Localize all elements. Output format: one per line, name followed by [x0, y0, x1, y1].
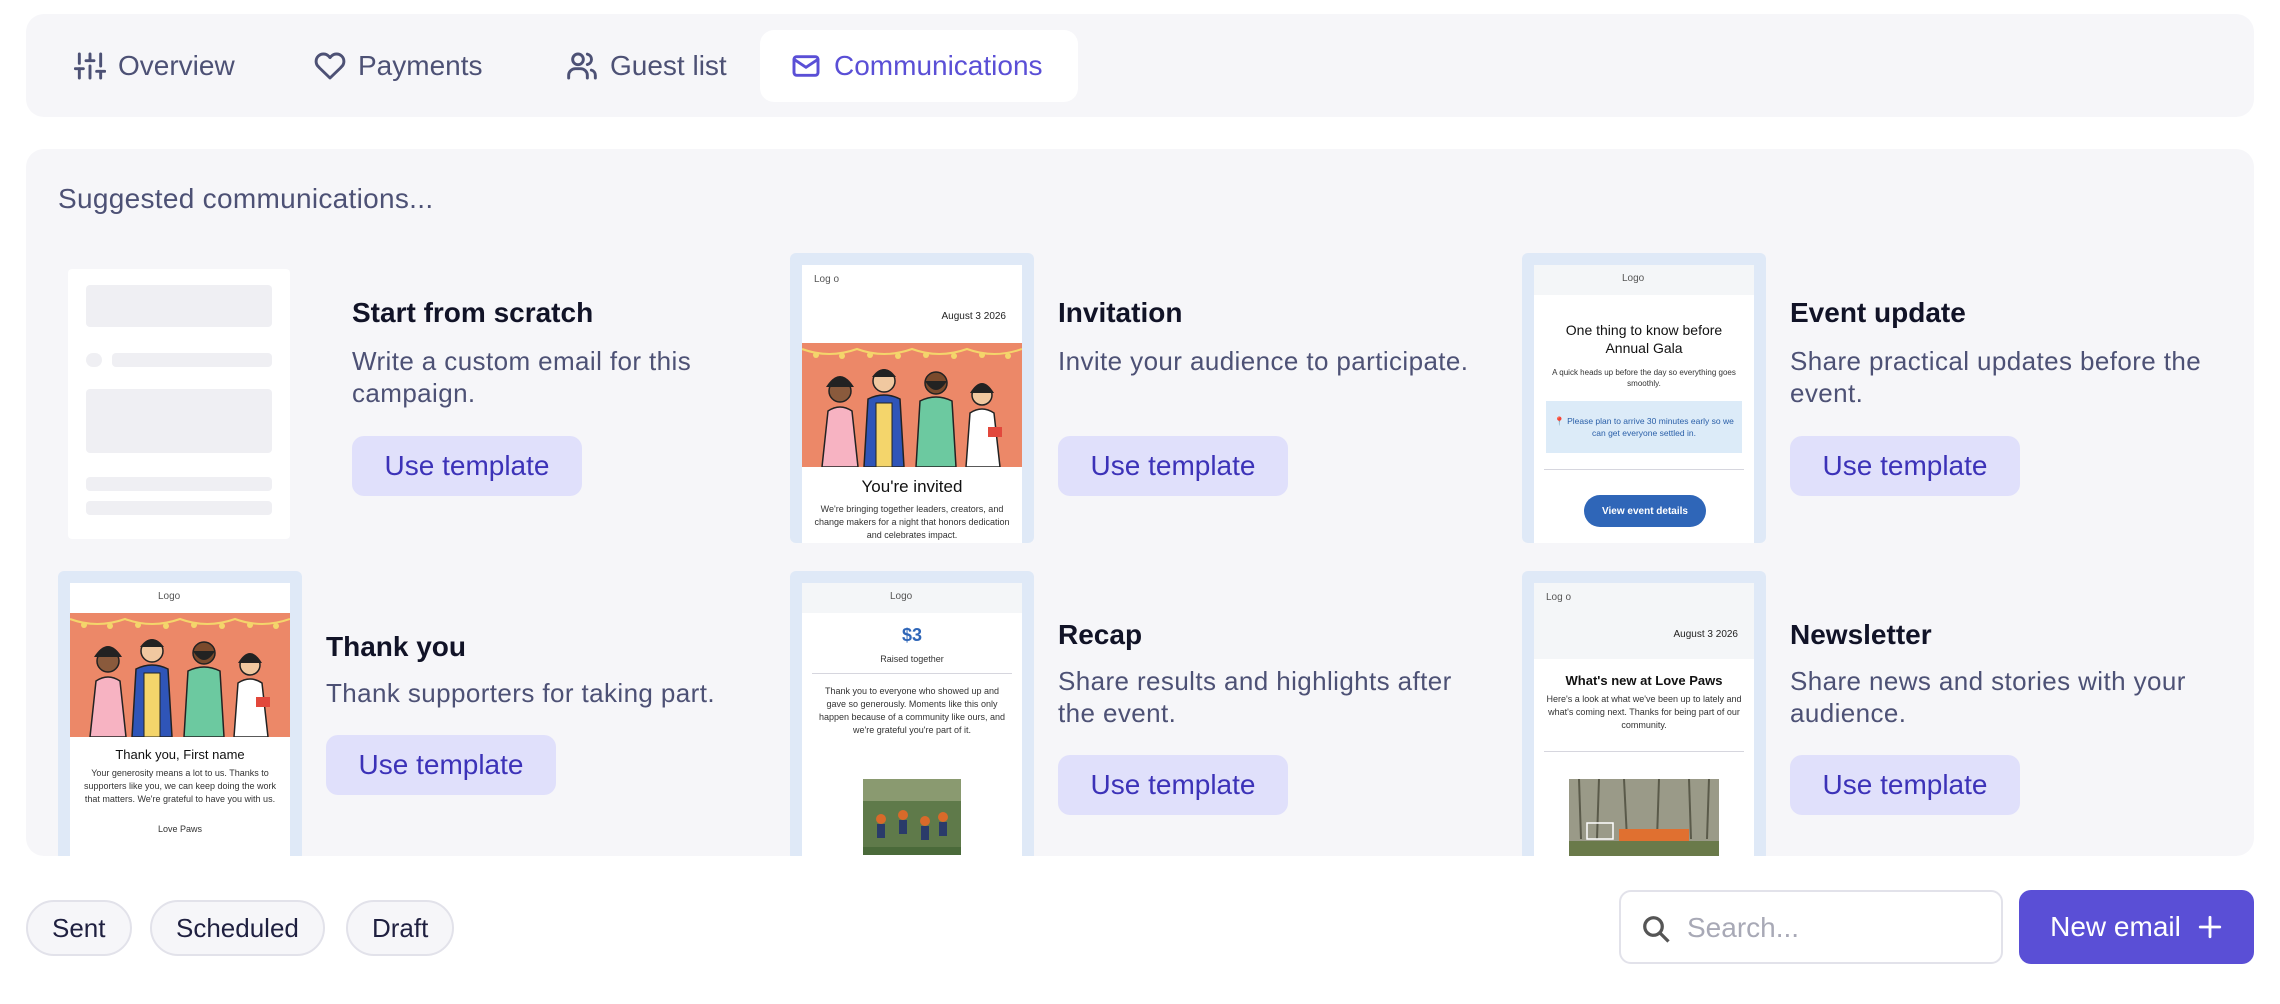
filter-draft[interactable]: Draft: [346, 900, 455, 956]
email-headline: Thank you, First name: [115, 747, 245, 762]
template-preview[interactable]: Log o August 3 2026 What's new at Love P…: [1522, 571, 1766, 856]
template-card-invitation: Log o August 3 2026 You're invited We're…: [790, 253, 1510, 553]
notice-text: 📍 Please plan to arrive 30 minutes early…: [1554, 416, 1734, 438]
template-description: Invite your audience to participate.: [1058, 346, 1469, 376]
email-body: Here's a look at what we've been up to l…: [1546, 694, 1742, 730]
email-headline: What's new at Love Paws: [1565, 673, 1723, 688]
amount-raised: $3: [901, 625, 923, 645]
template-name: Start from scratch: [352, 297, 594, 328]
tab-guest-list[interactable]: Guest list: [536, 30, 757, 102]
email-body: Thank you to everyone who showed up and …: [818, 686, 1006, 735]
template-card-scratch: Start from scratch Write a custom email …: [68, 253, 788, 553]
template-name: Event update: [1790, 297, 1966, 328]
template-card-thank-you: Logo Thank you, First name Your generosi…: [58, 571, 778, 856]
tab-label: Payments: [358, 50, 483, 81]
logo-placeholder: Log o: [814, 274, 840, 285]
search-icon: [1643, 916, 1670, 943]
logo-placeholder: Log o: [1546, 592, 1572, 603]
template-name: Invitation: [1058, 297, 1183, 328]
use-template-button[interactable]: Use template: [352, 436, 582, 496]
use-template-button[interactable]: Use template: [1058, 436, 1288, 496]
logo-placeholder: Logo: [158, 591, 181, 602]
tab-payments[interactable]: Payments: [284, 30, 513, 102]
party-illustration: [802, 343, 1022, 467]
use-template-button[interactable]: Use template: [1058, 755, 1288, 815]
tab-label: Guest list: [610, 50, 727, 81]
template-card-recap: Logo $3 Raised together Thank you to eve…: [790, 571, 1510, 856]
use-template-button[interactable]: Use template: [326, 735, 556, 795]
sliders-icon: [74, 52, 106, 80]
mail-icon: [792, 55, 820, 77]
template-description: Share practical updates before the event…: [1790, 346, 2202, 408]
template-description: Write a custom email for this campaign.: [352, 346, 692, 408]
plus-icon: [2198, 915, 2222, 939]
event-photo: [1569, 779, 1719, 856]
template-description: Share results and highlights after the e…: [1058, 666, 1452, 728]
email-footer: Love Paws: [157, 824, 203, 834]
logo-placeholder: Logo: [1622, 273, 1645, 284]
new-email-label: New email: [2050, 911, 2181, 942]
filter-sent[interactable]: Sent: [26, 900, 132, 956]
blank-template-preview: [68, 269, 290, 539]
template-description: Share news and stories with your audienc…: [1790, 666, 2186, 728]
email-date: August 3 2026: [941, 311, 1007, 322]
event-photo: [863, 779, 961, 855]
email-intro: A quick heads up before the day so every…: [1552, 368, 1736, 388]
template-preview[interactable]: Logo One thing to know before Annual Gal…: [1522, 253, 1766, 543]
heart-icon: [314, 52, 346, 80]
notice-box: 📍 Please plan to arrive 30 minutes early…: [1546, 401, 1742, 453]
logo-placeholder: Logo: [890, 591, 913, 602]
template-name: Newsletter: [1790, 619, 1932, 650]
use-template-button[interactable]: Use template: [1790, 755, 2020, 815]
new-email-button[interactable]: New email: [2019, 890, 2254, 964]
panel-title: Suggested communications...: [58, 183, 434, 214]
email-headline: One thing to know before Annual Gala: [1565, 322, 1723, 356]
tabs-bar: Overview Payments Guest list Communicati…: [26, 14, 2254, 117]
email-body: We're bringing together leaders, creator…: [814, 504, 1010, 540]
email-headline: You're invited: [861, 477, 963, 496]
template-description: Thank supporters for taking part.: [326, 678, 715, 708]
template-preview[interactable]: Logo $3 Raised together Thank you to eve…: [790, 571, 1034, 856]
tab-label: Communications: [834, 50, 1043, 81]
search-box: [1619, 890, 2003, 964]
email-body: Your generosity means a lot to us. Thank…: [83, 768, 277, 804]
template-name: Thank you: [326, 631, 467, 662]
email-date: August 3 2026: [1673, 629, 1739, 640]
template-preview[interactable]: Log o August 3 2026 You're invited We're…: [790, 253, 1034, 543]
template-name: Recap: [1058, 619, 1143, 650]
view-details-button: View event details: [1584, 495, 1706, 527]
suggestions-panel: Suggested communications... Start from s…: [26, 149, 2254, 856]
amount-label: Raised together: [880, 654, 944, 664]
filter-scheduled[interactable]: Scheduled: [150, 900, 325, 956]
template-card-newsletter: Log o August 3 2026 What's new at Love P…: [1522, 571, 2242, 856]
template-card-event-update: Logo One thing to know before Annual Gal…: [1522, 253, 2242, 553]
party-illustration: [70, 613, 290, 737]
tab-overview[interactable]: Overview: [44, 30, 265, 102]
search-input[interactable]: [1687, 904, 1987, 952]
tab-label: Overview: [118, 50, 235, 81]
template-preview[interactable]: Logo Thank you, First name Your generosi…: [58, 571, 302, 856]
use-template-button[interactable]: Use template: [1790, 436, 2020, 496]
tab-communications[interactable]: Communications: [760, 30, 1078, 102]
users-icon: [567, 52, 597, 80]
